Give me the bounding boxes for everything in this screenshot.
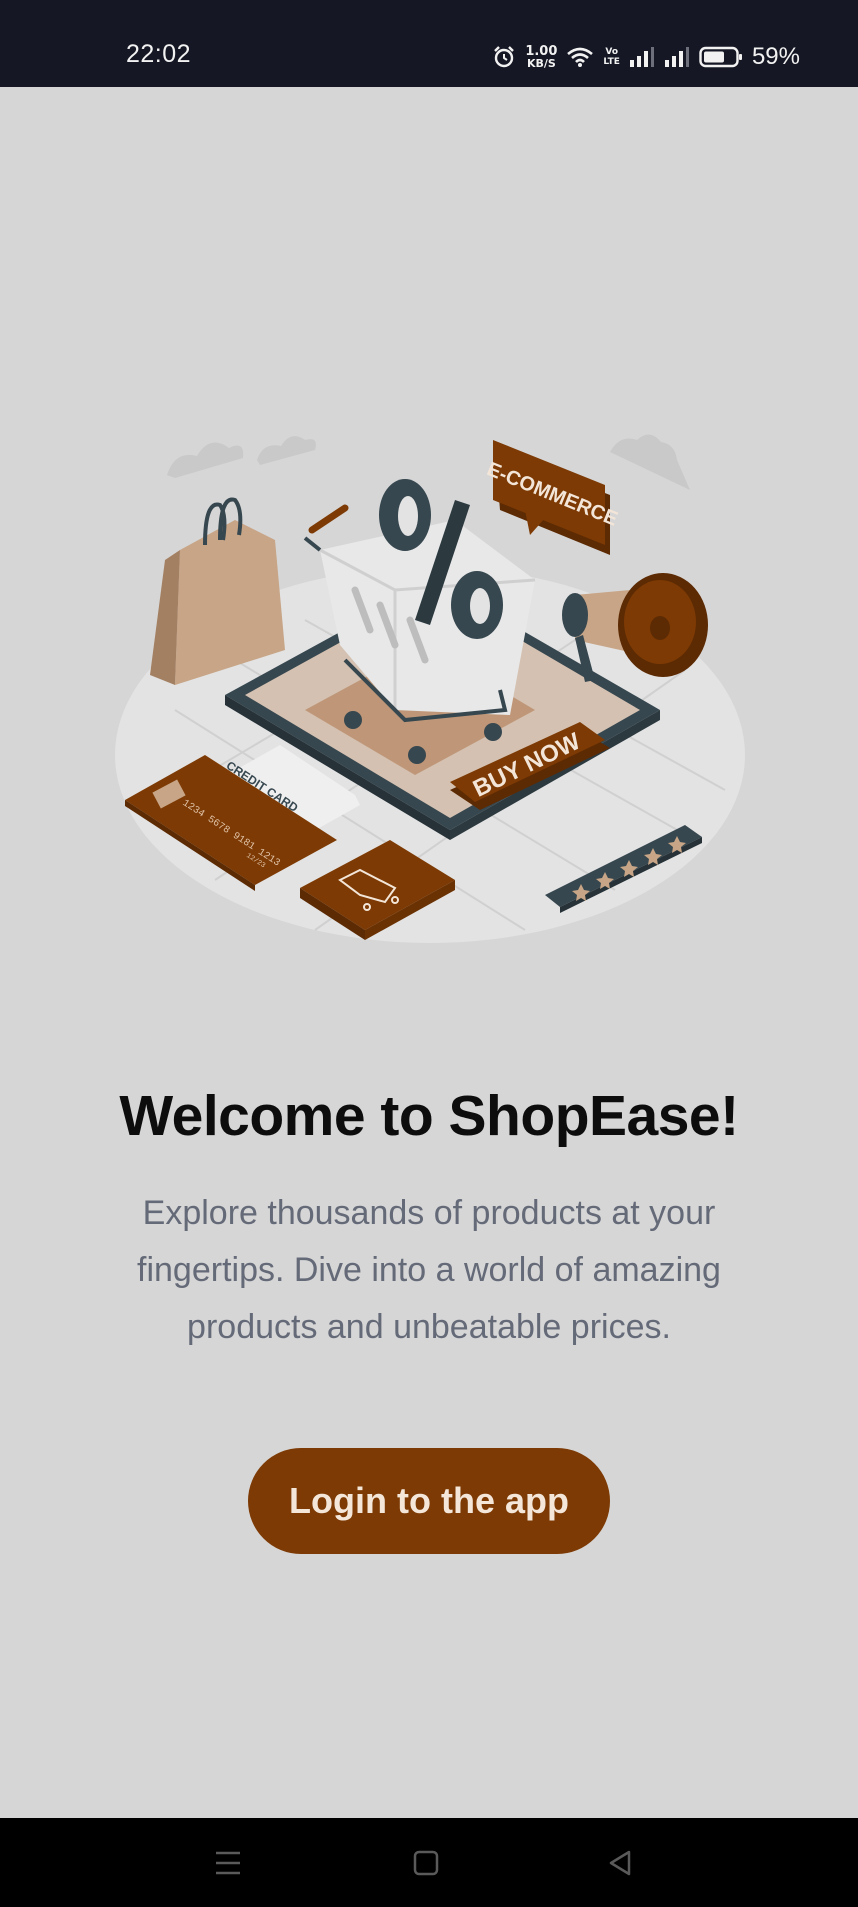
status-icons: 1.00 KB/S Vo LTE 59% [492, 40, 800, 74]
menu-icon[interactable] [205, 1840, 251, 1886]
battery-percent: 59% [751, 43, 800, 70]
navigation-bar [0, 1818, 858, 1907]
net-speed-unit: KB/S [526, 57, 556, 70]
back-icon[interactable] [598, 1840, 644, 1886]
volte-icon: Vo LTE [603, 47, 620, 67]
ecommerce-bubble: E-COMMERCE [484, 440, 621, 555]
cloud-icons [167, 434, 690, 490]
net-speed: 1.00 KB/S [525, 45, 557, 69]
ecommerce-illustration: BUY NOW E-COMMERCE CREDIT CARD 1234 5678… [115, 434, 745, 943]
welcome-title: Welcome to ShopEase! [119, 1084, 739, 1148]
volte-top: Vo [605, 47, 618, 57]
wifi-icon [566, 46, 594, 68]
login-button[interactable]: Login to the app [248, 1448, 610, 1554]
status-bar: 22:02 1.00 KB/S Vo LTE 59% [0, 0, 858, 87]
signal-icon [664, 46, 690, 68]
welcome-screen: 22:02 1.00 KB/S Vo LTE 59% BUY NOW E-COM… [0, 0, 858, 1907]
signal-icon [629, 46, 655, 68]
battery-icon [699, 46, 743, 68]
welcome-description: Explore thousands of products at your fi… [137, 1194, 721, 1346]
status-time: 22:02 [126, 40, 192, 68]
volte-bottom: LTE [603, 57, 620, 67]
alarm-icon [492, 45, 516, 69]
home-icon[interactable] [403, 1840, 449, 1886]
megaphone-icon [562, 573, 708, 682]
